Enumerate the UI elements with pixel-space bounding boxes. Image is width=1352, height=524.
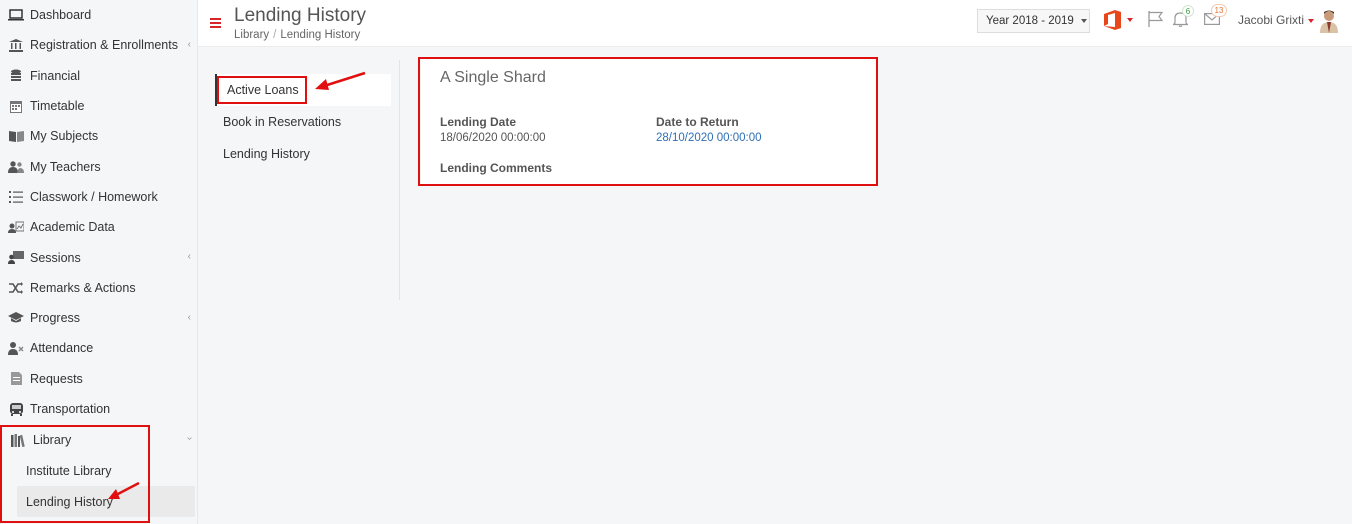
caret-down-icon [1080, 19, 1087, 23]
sidebar-item-label: Transportation [30, 402, 111, 416]
book-title: A Single Shard [440, 69, 546, 86]
sidebar-item-label: Financial [30, 68, 81, 83]
sidebar-item-label: Academic Data [30, 220, 115, 235]
chevron-left-icon: ‹ [187, 39, 191, 51]
chevron-down-icon: ‹ [183, 436, 195, 441]
sidebar-item-timetable[interactable]: Timetable [0, 91, 197, 121]
sidebar-item-label: Requests [30, 371, 83, 386]
message-badge: 13 [1211, 4, 1227, 17]
lending-date-value: 18/06/2020 00:00:00 [440, 132, 546, 144]
users-icon [8, 160, 24, 174]
user-caret-icon[interactable] [1308, 19, 1314, 23]
tab-active-loans[interactable]: Active Loans [215, 74, 391, 106]
top-header: Lending History Library / Lending History … [198, 0, 1352, 47]
sidebar-item-label: Registration & Enrollments [30, 38, 178, 53]
sidebar-item-label: Sessions [30, 250, 81, 265]
year-select[interactable]: Year 2018 - 2019 [977, 9, 1090, 33]
sidebar: Dashboard Registration & Enrollments ‹ F… [0, 0, 198, 524]
loan-card: A Single Shard Lending Date 18/06/2020 0… [421, 59, 877, 185]
sidebar-item-label: My Teachers [30, 159, 101, 174]
sidebar-subitem-institute-library[interactable]: Institute Library [0, 455, 197, 486]
lending-date-label: Lending Date [440, 115, 517, 129]
sidebar-item-label: Dashboard [30, 8, 92, 23]
return-date-label: Date to Return [656, 115, 739, 129]
return-date-value[interactable]: 28/10/2020 00:00:00 [656, 132, 762, 144]
sidebar-item-my-teachers[interactable]: My Teachers [0, 151, 197, 181]
file-icon [8, 372, 24, 386]
tab-book-in-reservations[interactable]: Book in Reservations [215, 106, 391, 138]
tab-lending-history[interactable]: Lending History [215, 138, 391, 170]
avatar[interactable] [1319, 9, 1339, 33]
sidebar-item-registration[interactable]: Registration & Enrollments ‹ [0, 30, 197, 60]
laptop-icon [8, 8, 24, 22]
breadcrumb: Library / Lending History [234, 29, 360, 41]
library-icon [11, 433, 27, 447]
institution-icon [8, 38, 24, 52]
breadcrumb-current: Lending History [280, 29, 361, 41]
sidebar-item-label: Progress [30, 311, 81, 326]
sidebar-item-financial[interactable]: Financial [0, 61, 197, 91]
sidebar-subitem-lending-history[interactable]: Lending History [17, 486, 195, 518]
sidebar-item-sessions[interactable]: Sessions ‹ [0, 242, 197, 272]
divider [399, 60, 400, 300]
graduation-cap-icon [8, 311, 24, 325]
library-nav: Active Loans Book in Reservations Lendin… [215, 74, 391, 170]
menu-toggle-icon[interactable] [210, 18, 221, 28]
sidebar-item-label: My Subjects [30, 129, 99, 144]
list-icon [8, 190, 24, 204]
chevron-left-icon: ‹ [187, 251, 191, 263]
sidebar-item-my-subjects[interactable]: My Subjects [0, 121, 197, 151]
chevron-left-icon: ‹ [187, 311, 191, 323]
notification-badge: 6 [1182, 5, 1194, 17]
sidebar-item-transportation[interactable]: Transportation [0, 394, 197, 424]
sidebar-item-requests[interactable]: Requests [0, 364, 197, 394]
presentation-icon [8, 251, 24, 265]
sidebar-item-label: Library [33, 433, 72, 448]
book-icon [8, 129, 24, 143]
user-x-icon [8, 341, 24, 355]
flag-icon[interactable] [1148, 11, 1164, 30]
coins-icon [8, 69, 24, 83]
bus-icon [8, 402, 24, 416]
sidebar-item-progress[interactable]: Progress ‹ [0, 303, 197, 333]
shuffle-icon [8, 281, 24, 295]
year-select-value: Year 2018 - 2019 [986, 15, 1074, 27]
main-content: Active Loans Book in Reservations Lendin… [198, 47, 1352, 524]
sidebar-item-attendance[interactable]: Attendance [0, 333, 197, 363]
sidebar-item-library[interactable]: Library ‹ [0, 425, 197, 455]
breadcrumb-library[interactable]: Library [234, 29, 269, 41]
office-caret-icon[interactable] [1127, 18, 1133, 22]
calendar-icon [8, 99, 24, 113]
sidebar-item-label: Attendance [30, 341, 94, 356]
id-card-icon [8, 220, 24, 234]
sidebar-item-remarks[interactable]: Remarks & Actions [0, 273, 197, 303]
office-icon[interactable] [1104, 10, 1122, 33]
sidebar-item-label: Classwork / Homework [30, 189, 158, 204]
breadcrumb-separator: / [273, 29, 277, 41]
page-title: Lending History [234, 5, 367, 26]
sidebar-item-label: Timetable [30, 99, 85, 114]
lending-comments-label: Lending Comments [440, 161, 553, 175]
sidebar-item-academic-data[interactable]: Academic Data [0, 212, 197, 242]
sidebar-item-label: Remarks & Actions [30, 280, 136, 295]
user-name[interactable]: Jacobi Grixti [1238, 13, 1304, 27]
sidebar-item-dashboard[interactable]: Dashboard [0, 0, 197, 30]
sidebar-item-classwork[interactable]: Classwork / Homework [0, 182, 197, 212]
